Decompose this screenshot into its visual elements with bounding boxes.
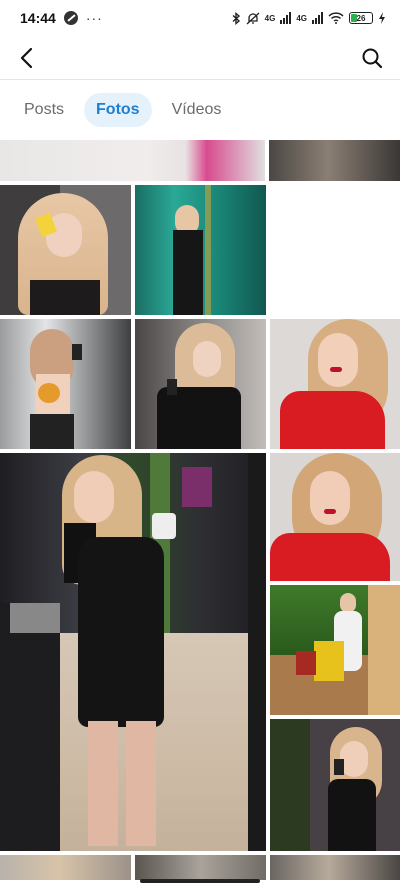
back-arrow-icon xyxy=(20,47,33,69)
app-header xyxy=(0,36,400,80)
search-button[interactable] xyxy=(358,44,386,72)
photo-thumbnail[interactable] xyxy=(135,185,266,315)
status-time: 14:44 xyxy=(20,10,56,26)
bluetooth-icon xyxy=(232,11,240,25)
photo-thumbnail[interactable] xyxy=(269,140,400,181)
photo-thumbnail[interactable] xyxy=(135,855,266,880)
home-indicator[interactable] xyxy=(140,879,260,883)
charging-icon xyxy=(379,12,385,24)
photo-thumbnail[interactable] xyxy=(0,140,265,181)
photo-grid xyxy=(0,140,400,880)
photo-thumbnail[interactable] xyxy=(0,855,131,880)
signal-icon-b xyxy=(312,12,323,24)
photo-thumbnail[interactable] xyxy=(270,855,400,880)
photo-grid-empty xyxy=(270,185,400,315)
battery-icon: 26 xyxy=(349,12,373,24)
battery-level: 26 xyxy=(356,13,366,23)
status-right: 4G 4G 26 xyxy=(231,11,386,25)
back-button[interactable] xyxy=(12,44,40,72)
photo-thumbnail[interactable] xyxy=(270,453,400,581)
muted-alarm-icon xyxy=(246,12,260,24)
photo-thumbnail[interactable] xyxy=(270,719,400,851)
tab-posts[interactable]: Posts xyxy=(12,93,76,127)
photo-thumbnail[interactable] xyxy=(270,319,400,449)
signal-icon-a xyxy=(280,12,292,24)
photo-thumbnail[interactable] xyxy=(0,319,131,449)
status-left: 14:44 ··· xyxy=(20,10,103,26)
photo-thumbnail[interactable] xyxy=(270,585,400,715)
do-not-disturb-icon xyxy=(63,11,78,25)
status-more-icon: ··· xyxy=(85,10,103,26)
tab-bar: Posts Fotos Vídeos xyxy=(0,80,400,140)
tab-fotos[interactable]: Fotos xyxy=(84,93,152,127)
tab-videos[interactable]: Vídeos xyxy=(160,93,234,127)
photo-thumbnail[interactable] xyxy=(0,453,266,851)
network-type-b: 4G xyxy=(296,13,307,23)
photo-thumbnail[interactable] xyxy=(135,319,266,449)
wifi-icon xyxy=(328,12,344,24)
search-icon xyxy=(362,48,383,69)
photo-thumbnail[interactable] xyxy=(0,185,131,315)
network-type-a: 4G xyxy=(264,13,276,23)
status-bar: 14:44 ··· 4G 4G 26 xyxy=(0,0,400,36)
